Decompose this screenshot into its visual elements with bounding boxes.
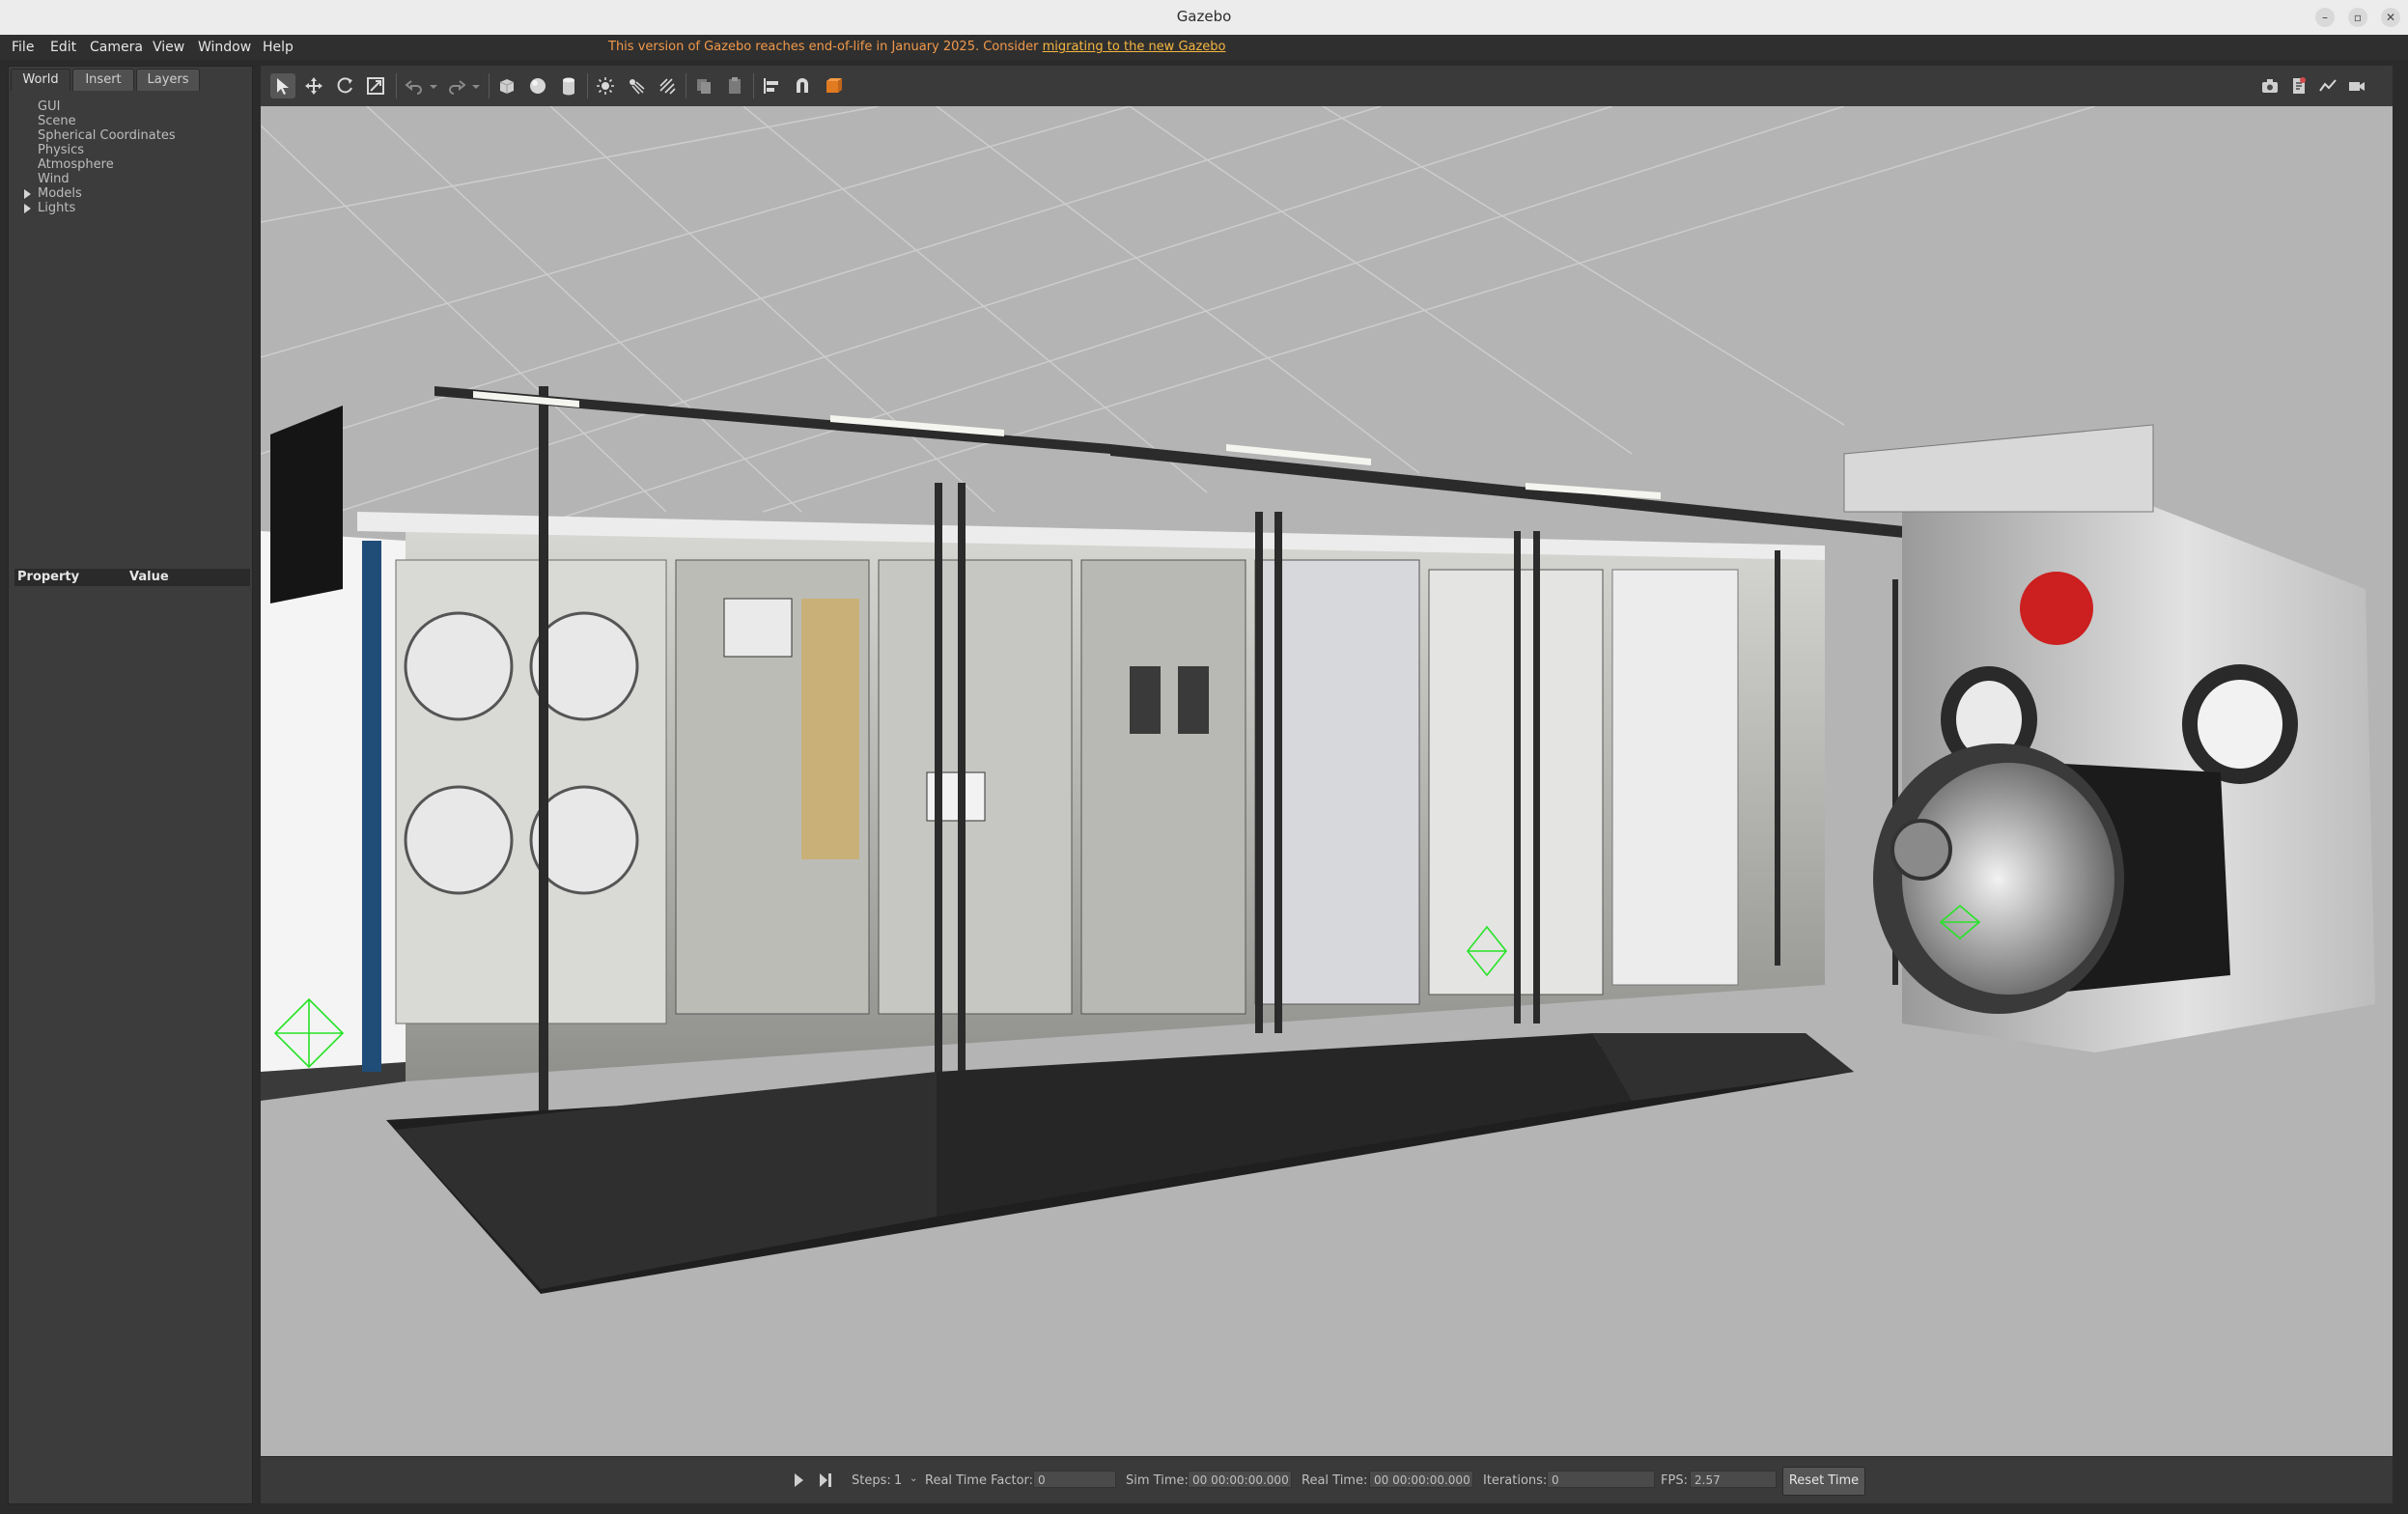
menu-help[interactable]: Help [263,40,294,55]
tab-insert[interactable]: Insert [72,69,134,91]
close-icon[interactable]: ✕ [2381,8,2400,27]
reset-time-button[interactable]: Reset Time [1782,1467,1865,1496]
video-icon[interactable] [2344,73,2369,98]
undo-icon[interactable] [402,73,427,98]
menu-bar: File Edit Camera View Window Help This v… [0,35,2408,60]
steps-label: Steps: [852,1473,891,1488]
tree-item-scene[interactable]: Scene [38,114,76,128]
left-panel: World Insert Layers GUI Scene Spherical … [8,66,253,1504]
window-title: Gazebo [1176,8,1232,25]
real-time-factor-field: 0 [1033,1471,1116,1488]
copy-icon[interactable] [691,73,716,98]
3d-viewport[interactable] [261,106,2393,1456]
select-arrow-icon[interactable] [270,73,295,98]
steps-value[interactable]: 1 [894,1473,902,1488]
log-icon[interactable] [2286,73,2311,98]
scale-icon[interactable] [363,73,388,98]
tree-item-lights[interactable]: Lights [24,201,76,215]
align-icon[interactable] [759,73,784,98]
window-titlebar: Gazebo – ▫ ✕ [0,0,2408,36]
real-time-label: Real Time: [1302,1473,1368,1488]
tree-item-spherical-coordinates[interactable]: Spherical Coordinates [38,128,176,143]
scene-render [261,106,2375,1294]
eol-notice-link[interactable]: migrating to the new Gazebo [1043,40,1226,54]
tree-item-atmosphere[interactable]: Atmosphere [38,157,114,172]
menu-camera[interactable]: Camera [90,40,143,55]
minimize-icon[interactable]: – [2315,8,2335,27]
cylinder-icon[interactable] [556,73,581,98]
tree-item-gui[interactable]: GUI [38,99,60,114]
tree-item-models[interactable]: Models [24,186,82,201]
menu-view[interactable]: View [153,40,184,55]
sphere-icon[interactable] [525,73,550,98]
sim-time-label: Sim Time: [1126,1473,1189,1488]
right-panel-splitter[interactable] [2393,66,2408,1502]
steps-spinner-icon[interactable]: ⌄ [910,1473,917,1484]
undo-history-dropdown-icon[interactable] [427,73,440,98]
iterations-label: Iterations: [1483,1473,1548,1488]
property-table-header: Property Value [14,569,250,586]
fps-label: FPS: [1661,1473,1688,1488]
eol-notice-text: This version of Gazebo reaches end-of-li… [608,40,1039,54]
tree-item-wind[interactable]: Wind [38,172,70,186]
real-time-field: 00 00:00:00.000 [1369,1471,1473,1488]
menu-edit[interactable]: Edit [50,40,76,55]
value-column-header: Value [129,570,169,584]
expand-arrow-icon[interactable] [24,204,31,213]
tab-layers[interactable]: Layers [136,69,200,91]
tab-world[interactable]: World [11,69,70,91]
property-column-header: Property [17,570,80,584]
plot-icon[interactable] [2315,73,2340,98]
spot-light-icon[interactable] [624,73,649,98]
change-view-icon[interactable] [821,73,846,98]
menu-file[interactable]: File [12,40,34,55]
fps-field: 2.57 [1690,1471,1777,1488]
sim-time-field: 00 00:00:00.000 [1188,1471,1292,1488]
scene-toolbar [261,66,2393,107]
snap-icon[interactable] [790,73,815,98]
iterations-field: 0 [1547,1471,1655,1488]
directional-light-icon[interactable] [655,73,680,98]
play-icon[interactable] [786,1468,811,1493]
translate-icon[interactable] [301,73,326,98]
screenshot-icon[interactable] [2257,73,2282,98]
tree-item-lights-label: Lights [38,201,76,215]
tree-item-physics[interactable]: Physics [38,143,84,157]
redo-history-dropdown-icon[interactable] [469,73,483,98]
simulation-status-bar: Steps: 1 ⌄ Real Time Factor: 0 Sim Time:… [261,1456,2393,1503]
box-icon[interactable] [494,73,519,98]
paste-icon[interactable] [722,73,747,98]
maximize-icon[interactable]: ▫ [2348,8,2367,27]
tree-item-models-label: Models [38,186,82,201]
redo-icon[interactable] [444,73,469,98]
real-time-factor-label: Real Time Factor: [925,1473,1034,1488]
expand-arrow-icon[interactable] [24,189,31,199]
menu-window[interactable]: Window [198,40,251,55]
step-icon[interactable] [813,1468,838,1493]
point-light-icon[interactable] [593,73,618,98]
rotate-icon[interactable] [332,73,357,98]
eol-notice: This version of Gazebo reaches end-of-li… [608,40,1226,54]
